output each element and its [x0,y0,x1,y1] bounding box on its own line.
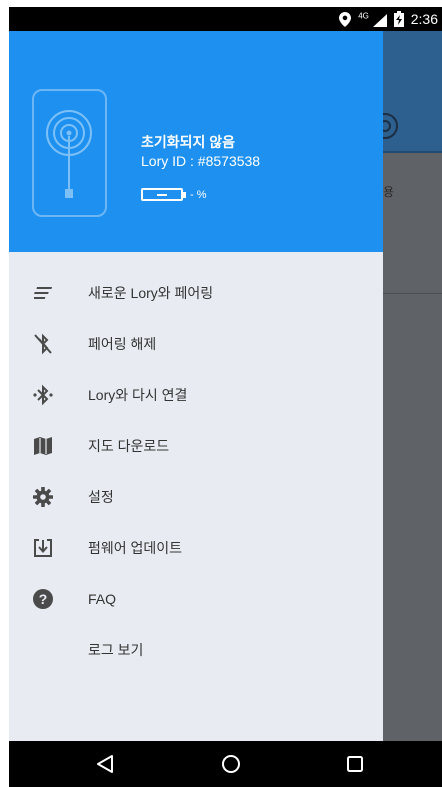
menu-item-faq[interactable]: ? FAQ [9,573,383,625]
status-bar: 4G 2:36 [9,7,442,31]
battery-charging-icon [393,11,404,27]
phone-screen: 4G 2:36 용 초기화되지 않음 Lory ID: #8573538 - … [9,7,442,787]
location-icon [339,11,352,27]
recents-button[interactable] [341,750,369,778]
drawer-header: 초기화되지 않음 Lory ID : #8573538 - % [9,31,383,252]
network-type: 4G [358,11,369,21]
home-icon [222,755,240,773]
battery-percent: - % [190,188,207,201]
signal-icon: 4G [358,11,387,27]
map-icon [31,434,55,458]
menu-item-label: 펌웨어 업데이트 [88,540,183,556]
clock: 2:36 [410,11,438,27]
device-image [32,89,107,217]
battery-icon [141,188,183,201]
bluetooth-disabled-icon [31,332,55,356]
bluetooth-connect-icon [31,383,55,407]
menu-item-label: 새로운 Lory와 페어링 [88,285,214,301]
background-ring-icon [383,113,398,139]
menu-item-label: 페어링 해제 [88,336,157,352]
menu-item-unpair[interactable]: 페어링 해제 [9,318,383,370]
menu-item-pair-new[interactable]: 새로운 Lory와 페어링 [9,267,383,319]
menu-item-settings[interactable]: 설정 [9,471,383,523]
background-partial-text: 용 [383,185,395,199]
device-id: Lory ID : #8573538 [141,153,261,169]
menu-item-label: FAQ [88,591,117,607]
back-icon [97,755,113,773]
menu-lines-icon [31,281,55,305]
device-status: 초기화되지 않음 [141,134,236,150]
help-icon: ? [31,587,55,611]
navigation-bar [9,741,442,787]
back-button[interactable] [91,750,119,778]
menu-item-label: 설정 [88,489,114,505]
background-divider [383,293,442,294]
menu-item-view-log[interactable]: 로그 보기 [9,624,383,676]
menu-item-map-download[interactable]: 지도 다운로드 [9,420,383,472]
menu-item-label: 지도 다운로드 [88,438,170,454]
menu-item-reconnect[interactable]: Lory와 다시 연결 [9,369,383,421]
gear-icon [31,485,55,509]
menu-item-label: 로그 보기 [88,642,144,658]
menu-item-firmware-update[interactable]: 펌웨어 업데이트 [9,522,383,574]
menu-item-label: Lory와 다시 연결 [88,387,188,403]
home-button[interactable] [217,750,245,778]
svg-text:?: ? [39,591,48,607]
navigation-drawer: 초기화되지 않음 Lory ID : #8573538 - % 새로운 Lory… [9,31,383,741]
device-signal-icon [46,110,92,198]
recents-icon [347,756,363,772]
device-battery: - % [141,188,207,201]
download-icon [31,536,55,560]
